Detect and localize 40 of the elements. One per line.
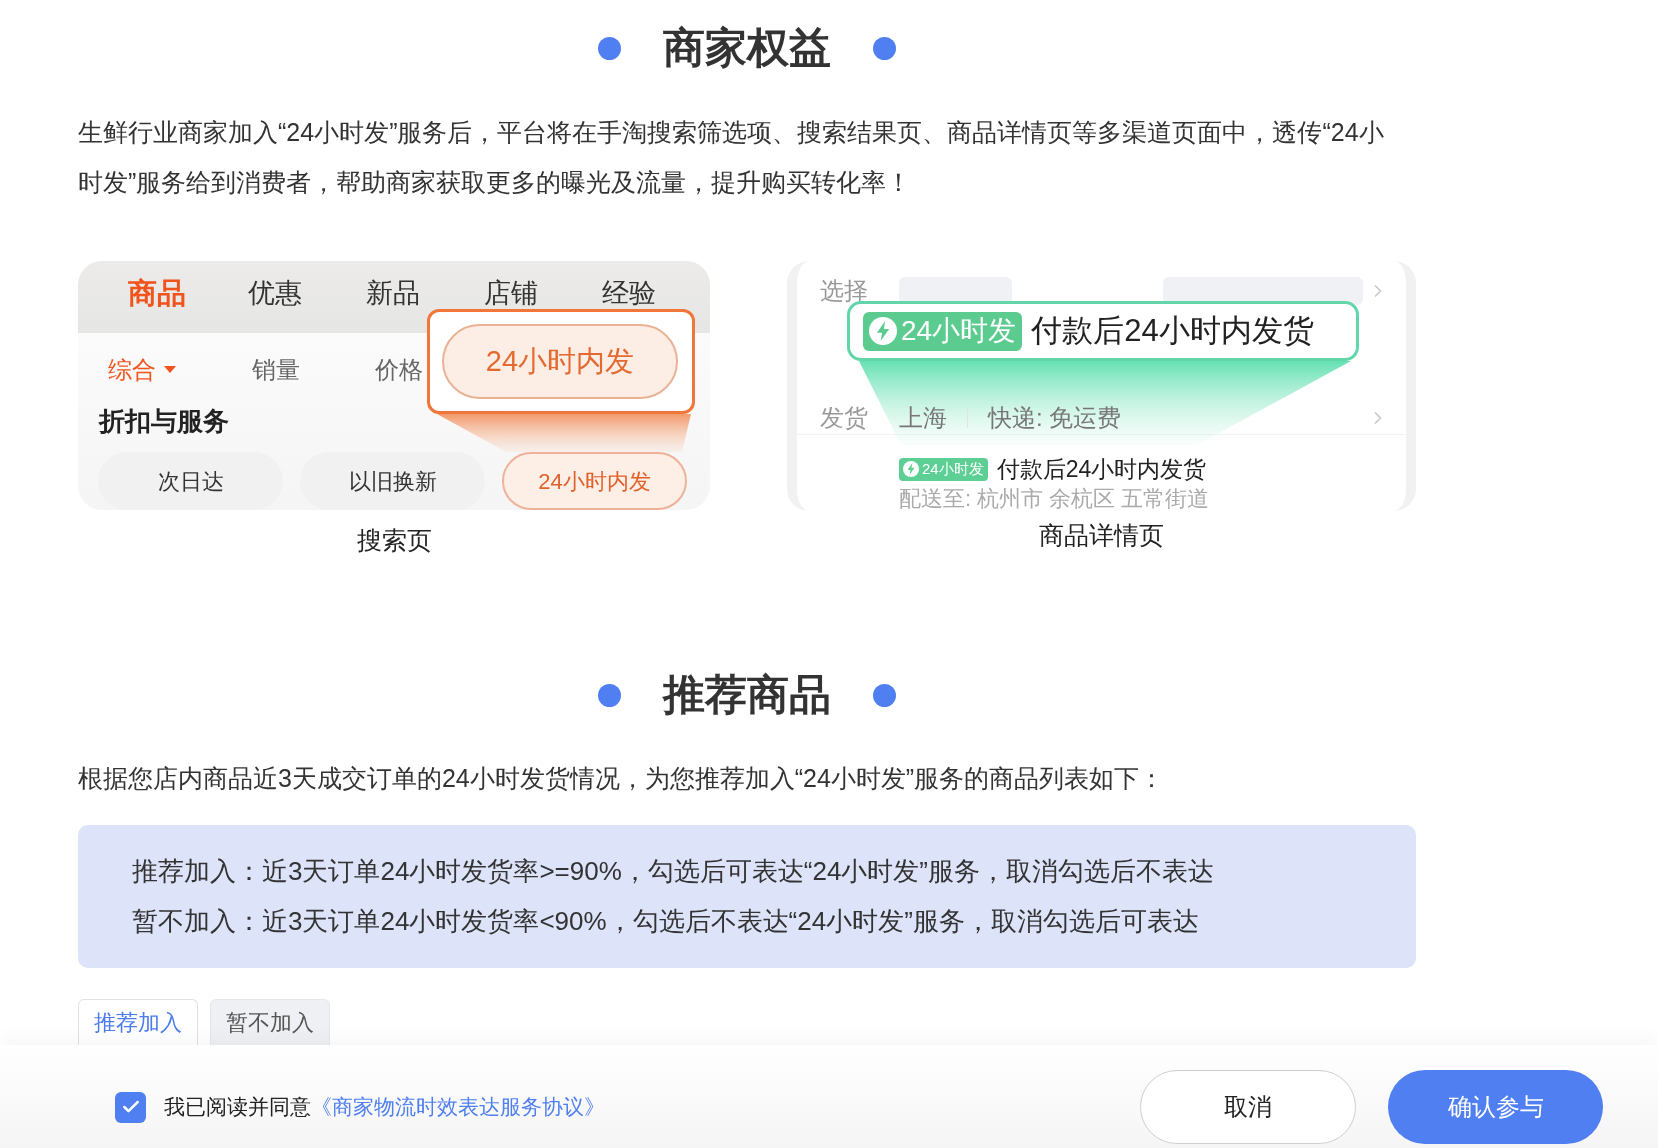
shipping-promise: 付款后24小时内发货 [1031, 313, 1314, 349]
tab[interactable]: 新品 [334, 279, 452, 307]
filter-chip[interactable]: 24小时内发 [442, 324, 678, 399]
confirm-button[interactable]: 确认参与 [1388, 1070, 1603, 1144]
info-note: 暂不加入：近3天订单24小时发货率<90%，勾选后不表达“24小时发”服务，取消勾选后可表达 [132, 905, 1199, 938]
tab[interactable]: 推荐加入 [78, 999, 198, 1045]
sort-option[interactable]: 销量 [252, 354, 300, 385]
sort-option[interactable]: 价格 [375, 354, 423, 385]
tab[interactable]: 优惠 [216, 279, 334, 307]
filter-chip[interactable]: 以旧换新 [300, 452, 485, 510]
image-caption: 搜索页 [356, 525, 432, 556]
lightning-icon [903, 461, 919, 477]
cancel-button[interactable]: 取消 [1140, 1070, 1356, 1144]
sort-option[interactable]: 综合 [108, 354, 176, 385]
delivery-address: 配送至: 杭州市 余杭区 五常街道 [899, 487, 1210, 511]
row-label: 选择 [820, 276, 869, 306]
shipping-info: 上海 [899, 403, 947, 433]
filter-chip[interactable]: 24小时内发 [502, 452, 687, 510]
caret-down-icon [164, 366, 176, 373]
agreement-checkbox[interactable] [115, 1091, 146, 1123]
badge-label: 24小时发 [901, 315, 1017, 347]
tab[interactable]: 店铺 [452, 279, 570, 307]
recommend-paragraph: 根据您店内商品近3天成交订单的24小时发货情况，为您推荐加入“24小时发”服务的商品列表如下： [78, 763, 1165, 794]
shipping-promise: 付款后24小时内发货 [996, 456, 1207, 482]
tab[interactable]: 商品 [98, 279, 216, 307]
agreement-link[interactable]: 《商家物流时效表达服务协议》 [311, 1091, 605, 1123]
shipping-info: 快递: 免运费 [988, 403, 1122, 433]
filter-chip[interactable]: 次日达 [98, 452, 283, 510]
tab[interactable]: 暂不加入 [210, 999, 330, 1045]
image-caption: 商品详情页 [1039, 520, 1164, 551]
agreement-text: 我已阅读并同意 [164, 1094, 311, 1121]
section-title: 商家权益 [663, 24, 831, 72]
filter-section-title: 折扣与服务 [99, 406, 229, 436]
section-title: 推荐商品 [663, 671, 831, 719]
tab[interactable]: 经验 [570, 279, 688, 307]
info-note: 推荐加入：近3天订单24小时发货率>=90%，勾选后可表达“24小时发”服务，取消勾选后不表达 [132, 855, 1215, 888]
lightning-icon [869, 317, 897, 345]
row-label: 发货 [820, 403, 869, 433]
badge-label: 24小时发 [922, 460, 984, 478]
intro-paragraph: 生鲜行业商家加入“24小时发”服务后，平台将在手淘搜索筛选项、搜索结果页、商品详情页等多渠道页面中，透传“24小时发”服务给到消费者，帮助商家获取更多的曝光及流量，提升购买转化率！ [78, 117, 1385, 198]
